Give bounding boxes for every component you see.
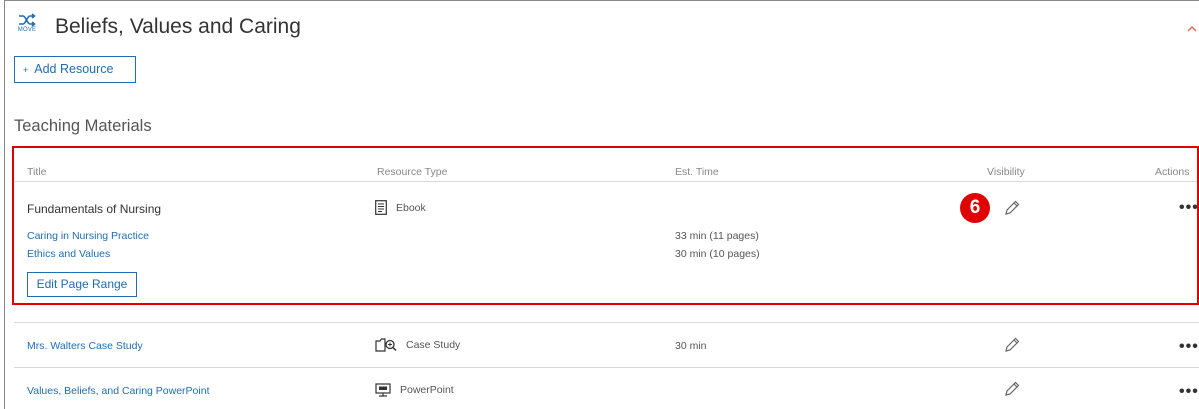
pencil-icon[interactable] [1004, 381, 1020, 397]
header-est-time: Est. Time [675, 166, 719, 178]
add-resource-button[interactable]: + Add Resource [14, 56, 136, 83]
resource-title-link[interactable]: Values, Beliefs, and Caring PowerPoint [27, 385, 210, 397]
chapter-link[interactable]: Ethics and Values [27, 248, 110, 260]
chapter-link[interactable]: Caring in Nursing Practice [27, 230, 149, 242]
resource-time: 30 min [675, 340, 707, 352]
collapse-chevron-icon[interactable] [1187, 26, 1197, 32]
case-study-resource-type: Case Study [375, 338, 460, 352]
chapter-time: 30 min (10 pages) [675, 248, 760, 260]
row-divider [14, 322, 1199, 323]
row-divider [14, 367, 1199, 368]
shuffle-icon [19, 13, 36, 27]
case-study-actions-menu[interactable]: ••• [1179, 339, 1199, 355]
ebook-actions-menu[interactable]: ••• [1179, 200, 1199, 216]
header-divider [14, 181, 1199, 182]
resource-type-label: Case Study [406, 339, 461, 351]
pencil-icon[interactable] [1004, 337, 1020, 353]
resource-type-label: Ebook [396, 201, 426, 214]
header-visibility: Visibility [987, 166, 1025, 178]
header-resource-type: Resource Type [377, 166, 448, 178]
section-title: Teaching Materials [14, 117, 152, 135]
module-title: Beliefs, Values and Caring [55, 15, 301, 38]
edit-page-range-button[interactable]: Edit Page Range [27, 272, 137, 297]
ebook-resource-type: Ebook [375, 200, 426, 215]
callout-badge: 6 [960, 193, 990, 223]
powerpoint-actions-menu[interactable]: ••• [1179, 384, 1199, 400]
resource-type-label: PowerPoint [400, 384, 454, 396]
resource-title-link[interactable]: Mrs. Walters Case Study [27, 340, 143, 352]
powerpoint-resource-type: PowerPoint [375, 383, 454, 397]
header-title: Title [27, 166, 47, 178]
header-actions: Actions [1155, 166, 1190, 178]
move-label: MOVE [17, 27, 37, 33]
pencil-icon[interactable] [1004, 200, 1020, 216]
powerpoint-icon [375, 383, 391, 397]
chapter-time: 33 min (11 pages) [675, 230, 759, 242]
move-handle[interactable]: MOVE [16, 13, 38, 34]
ebook-title: Fundamentals of Nursing [27, 202, 162, 216]
case-study-icon [375, 338, 397, 352]
ebook-icon [375, 200, 387, 215]
plus-icon: + [23, 65, 29, 75]
add-resource-label: Add Resource [34, 62, 114, 76]
